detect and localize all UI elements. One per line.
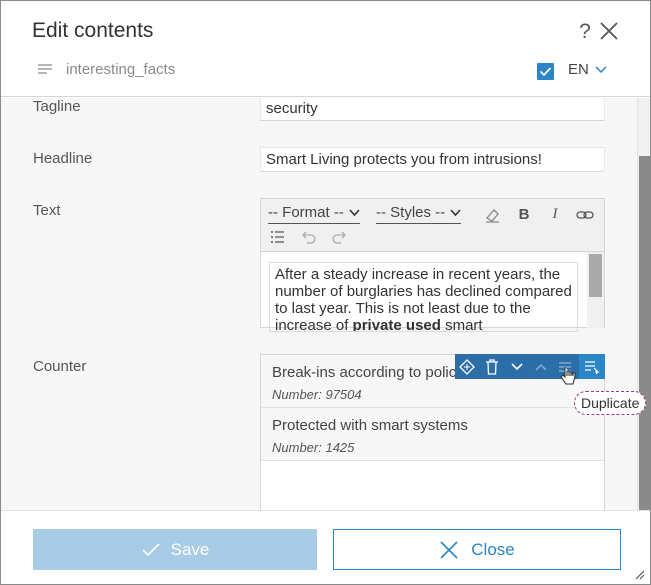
help-icon[interactable]: ? <box>577 20 593 44</box>
counter-item-subtitle: Number: 1425 <box>272 440 355 455</box>
duplicate-icon <box>585 360 600 374</box>
eraser-icon[interactable] <box>483 205 503 225</box>
dialog-header: Edit contents ? interesting_facts EN <box>1 1 650 97</box>
chevron-up-icon <box>535 363 547 371</box>
styles-select-label: -- Styles -- <box>376 204 446 221</box>
language-select[interactable]: EN <box>568 61 589 78</box>
redo-icon[interactable] <box>330 227 350 247</box>
undo-icon[interactable] <box>298 227 318 247</box>
check-icon <box>142 542 160 556</box>
trash-icon <box>486 358 498 375</box>
check-icon <box>539 67 552 77</box>
move-icon <box>459 358 475 375</box>
rich-text-editor: -- Format -- -- Styles -- B I After a st… <box>260 198 605 332</box>
chevron-down-icon <box>450 209 461 217</box>
text-label: Text <box>33 202 61 219</box>
subject-name: interesting_facts <box>66 61 176 78</box>
editor-content-area[interactable]: After a steady increase in recent years,… <box>261 251 604 332</box>
format-select[interactable]: -- Format -- <box>268 204 360 224</box>
save-button[interactable]: Save <box>33 529 317 570</box>
italic-button[interactable]: I <box>545 206 565 226</box>
counter-label: Counter <box>33 358 87 375</box>
dialog-title: Edit contents <box>32 19 154 42</box>
move-up-button[interactable] <box>529 354 553 379</box>
editor-text-part: smart <box>440 317 483 332</box>
bold-button[interactable]: B <box>514 206 534 226</box>
item-toolbar <box>455 354 605 379</box>
close-icon[interactable] <box>599 21 619 41</box>
chevron-down-icon[interactable] <box>595 64 607 74</box>
language-checkbox[interactable] <box>537 63 554 80</box>
counter-item-title: Break-ins according to police <box>272 364 465 381</box>
duplicate-button[interactable] <box>579 354 605 379</box>
save-button-label: Save <box>170 539 210 559</box>
resize-grip-icon[interactable] <box>631 566 645 580</box>
counter-item-subtitle: Number: 97504 <box>272 387 362 402</box>
move-button[interactable] <box>455 354 479 379</box>
editor-text[interactable]: After a steady increase in recent years,… <box>269 262 578 332</box>
counter-item-title: Protected with smart systems <box>272 417 468 434</box>
hand-cursor-icon <box>560 367 576 385</box>
editor-text-bold: private used <box>352 317 441 332</box>
dialog-content: Tagline security Headline Smart Living p… <box>1 98 637 510</box>
delete-button[interactable] <box>480 354 504 379</box>
styles-select[interactable]: -- Styles -- <box>376 204 462 224</box>
content-scrollbar-thumb[interactable] <box>639 156 650 510</box>
chevron-down-icon <box>349 209 360 217</box>
editor-scrollbar-thumb[interactable] <box>589 254 602 297</box>
content-scrollbar[interactable] <box>637 98 650 510</box>
tagline-input[interactable]: security <box>260 98 605 121</box>
editor-scrollbar[interactable] <box>587 252 604 328</box>
headline-label: Headline <box>33 150 93 167</box>
tagline-label: Tagline <box>33 98 81 115</box>
close-icon <box>440 540 458 559</box>
chevron-down-icon <box>511 362 523 370</box>
close-button-label: Close <box>471 539 515 559</box>
edit-contents-dialog: Edit contents ? interesting_facts EN Tag… <box>0 0 651 585</box>
headline-input[interactable]: Smart Living protects you from intrusion… <box>260 147 605 172</box>
lines-icon <box>38 64 52 74</box>
move-down-button[interactable] <box>505 354 529 379</box>
format-select-label: -- Format -- <box>268 204 344 221</box>
close-button[interactable]: Close <box>333 529 621 570</box>
list-item[interactable]: Protected with smart systems Number: 142… <box>261 408 604 461</box>
link-icon[interactable] <box>575 205 595 225</box>
dialog-footer: Save Close <box>1 510 650 584</box>
bulleted-list-icon[interactable] <box>268 227 288 247</box>
duplicate-tooltip: Duplicate <box>574 391 647 415</box>
